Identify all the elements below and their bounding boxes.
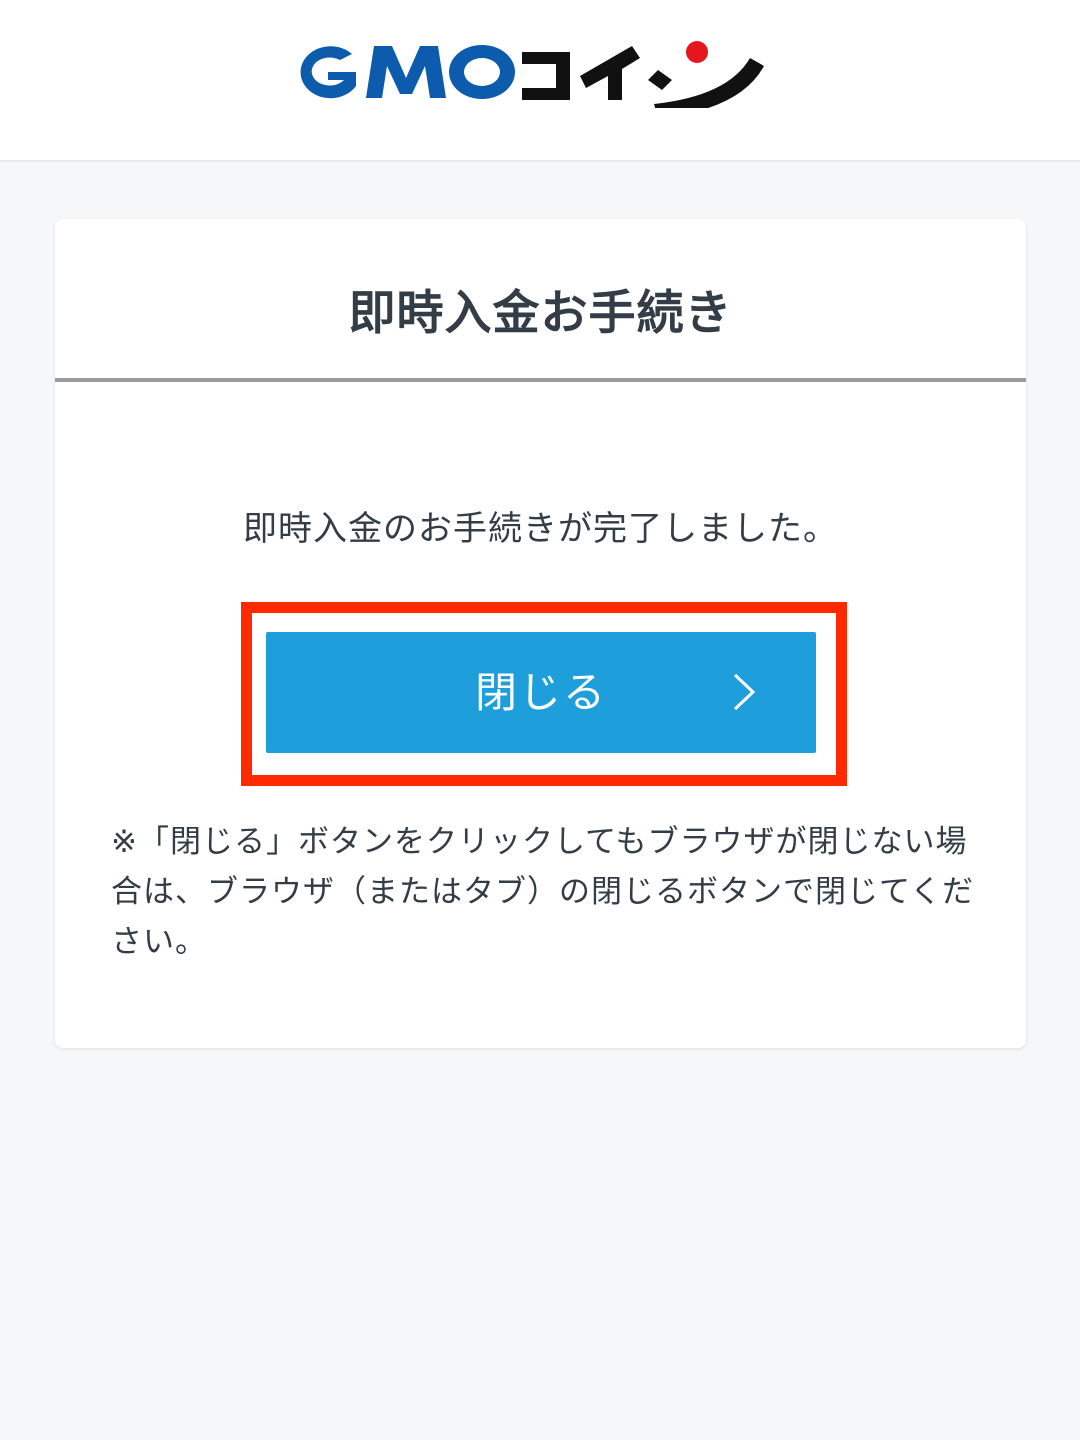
close-button[interactable]: 閉じる (266, 632, 816, 753)
chevron-right-icon (733, 673, 756, 711)
gmo-coin-logo (288, 36, 794, 108)
header (0, 0, 1080, 162)
deposit-card: 即時入金お手続き 即時入金のお手続きが完了しました。 閉じる ※「閉じる」ボタン… (55, 219, 1026, 1048)
completion-message: 即時入金のお手続きが完了しました。 (243, 509, 838, 549)
page-title: 即時入金お手続き (55, 219, 1026, 382)
close-note: ※「閉じる」ボタンをクリックしてもブラウザが閉じない場合は、ブラウザ（またはタブ… (111, 824, 975, 960)
